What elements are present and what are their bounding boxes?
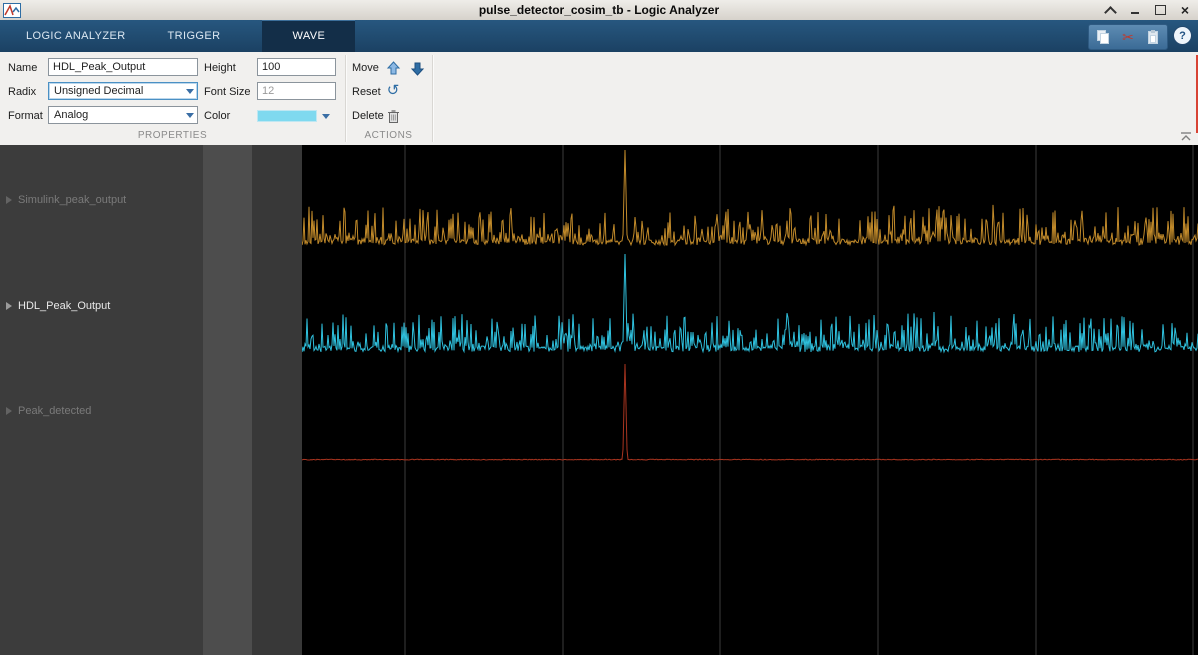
- height-input[interactable]: [257, 58, 336, 76]
- title-bar[interactable]: pulse_detector_cosim_tb - Logic Analyzer…: [0, 0, 1198, 21]
- tab-wave[interactable]: WAVE: [262, 20, 355, 52]
- chevron-down-icon: [186, 89, 194, 94]
- waveform-plot: [302, 145, 1198, 655]
- color-picker[interactable]: [257, 110, 330, 122]
- name-input[interactable]: [48, 58, 198, 76]
- radix-label: Radix: [8, 82, 36, 102]
- reset-icon[interactable]: ↺: [384, 82, 402, 100]
- paste-icon[interactable]: [1144, 28, 1162, 46]
- signal-row-simulink-peak-output[interactable]: Simulink_peak_output: [6, 192, 126, 208]
- signal-row-peak-detected[interactable]: Peak_detected: [6, 403, 91, 419]
- chevron-down-icon: [186, 113, 194, 118]
- expand-triangle-icon[interactable]: [6, 196, 12, 204]
- signal-name: Peak_detected: [18, 405, 91, 417]
- wave-region: Simulink_peak_output HDL_Peak_Output Pea…: [0, 145, 1198, 655]
- names-values-splitter[interactable]: [203, 145, 252, 655]
- tab-trigger[interactable]: TRIGGER: [152, 20, 237, 52]
- window-title: pulse_detector_cosim_tb - Logic Analyzer: [0, 3, 1198, 17]
- group-divider: [432, 55, 434, 142]
- radix-dropdown[interactable]: Unsigned Decimal: [48, 82, 198, 100]
- name-label: Name: [8, 58, 37, 78]
- toolstrip-tabbar: LOGIC ANALYZER TRIGGER WAVE ✂ ?: [0, 20, 1198, 52]
- reset-label: Reset: [352, 82, 381, 102]
- wave-toolstrip: Name Radix Unsigned Decimal Format Analo…: [0, 52, 1198, 146]
- ribbon-collapse-icon[interactable]: [1103, 3, 1117, 17]
- move-label: Move: [352, 58, 379, 78]
- format-label: Format: [8, 106, 43, 126]
- close-icon[interactable]: ×: [1178, 3, 1192, 17]
- actions-section-label: ACTIONS: [345, 128, 432, 143]
- move-down-icon[interactable]: [408, 59, 426, 77]
- quick-access-toolbar: ✂: [1088, 24, 1168, 50]
- height-label: Height: [204, 58, 236, 78]
- color-swatch: [257, 110, 317, 122]
- format-value: Analog: [54, 109, 88, 121]
- copy-icon[interactable]: [1094, 28, 1112, 46]
- signal-name: Simulink_peak_output: [18, 194, 126, 206]
- app-icon: [3, 3, 21, 18]
- signal-names-panel: Simulink_peak_output HDL_Peak_Output Pea…: [0, 145, 203, 655]
- collapse-toolstrip-icon[interactable]: [1179, 130, 1193, 142]
- signal-name: HDL_Peak_Output: [18, 300, 110, 312]
- font-size-input[interactable]: [257, 82, 336, 100]
- maximize-icon[interactable]: [1153, 3, 1167, 17]
- minimize-icon[interactable]: [1128, 3, 1142, 17]
- move-up-icon[interactable]: [384, 59, 402, 77]
- trash-icon[interactable]: [384, 107, 402, 125]
- color-label: Color: [204, 106, 230, 126]
- expand-triangle-icon[interactable]: [6, 407, 12, 415]
- delete-label: Delete: [352, 106, 384, 126]
- values-column: [252, 145, 302, 655]
- signal-row-hdl-peak-output[interactable]: HDL_Peak_Output: [6, 298, 110, 314]
- waveform-canvas[interactable]: [302, 145, 1198, 655]
- format-dropdown[interactable]: Analog: [48, 106, 198, 124]
- font-size-label: Font Size: [204, 82, 250, 102]
- chevron-down-icon: [322, 114, 330, 119]
- properties-section-label: PROPERTIES: [0, 128, 345, 143]
- help-icon[interactable]: ?: [1173, 26, 1192, 45]
- tab-logic-analyzer[interactable]: LOGIC ANALYZER: [10, 20, 142, 52]
- cut-icon[interactable]: ✂: [1119, 28, 1137, 46]
- expand-triangle-icon[interactable]: [6, 302, 12, 310]
- radix-value: Unsigned Decimal: [54, 85, 143, 97]
